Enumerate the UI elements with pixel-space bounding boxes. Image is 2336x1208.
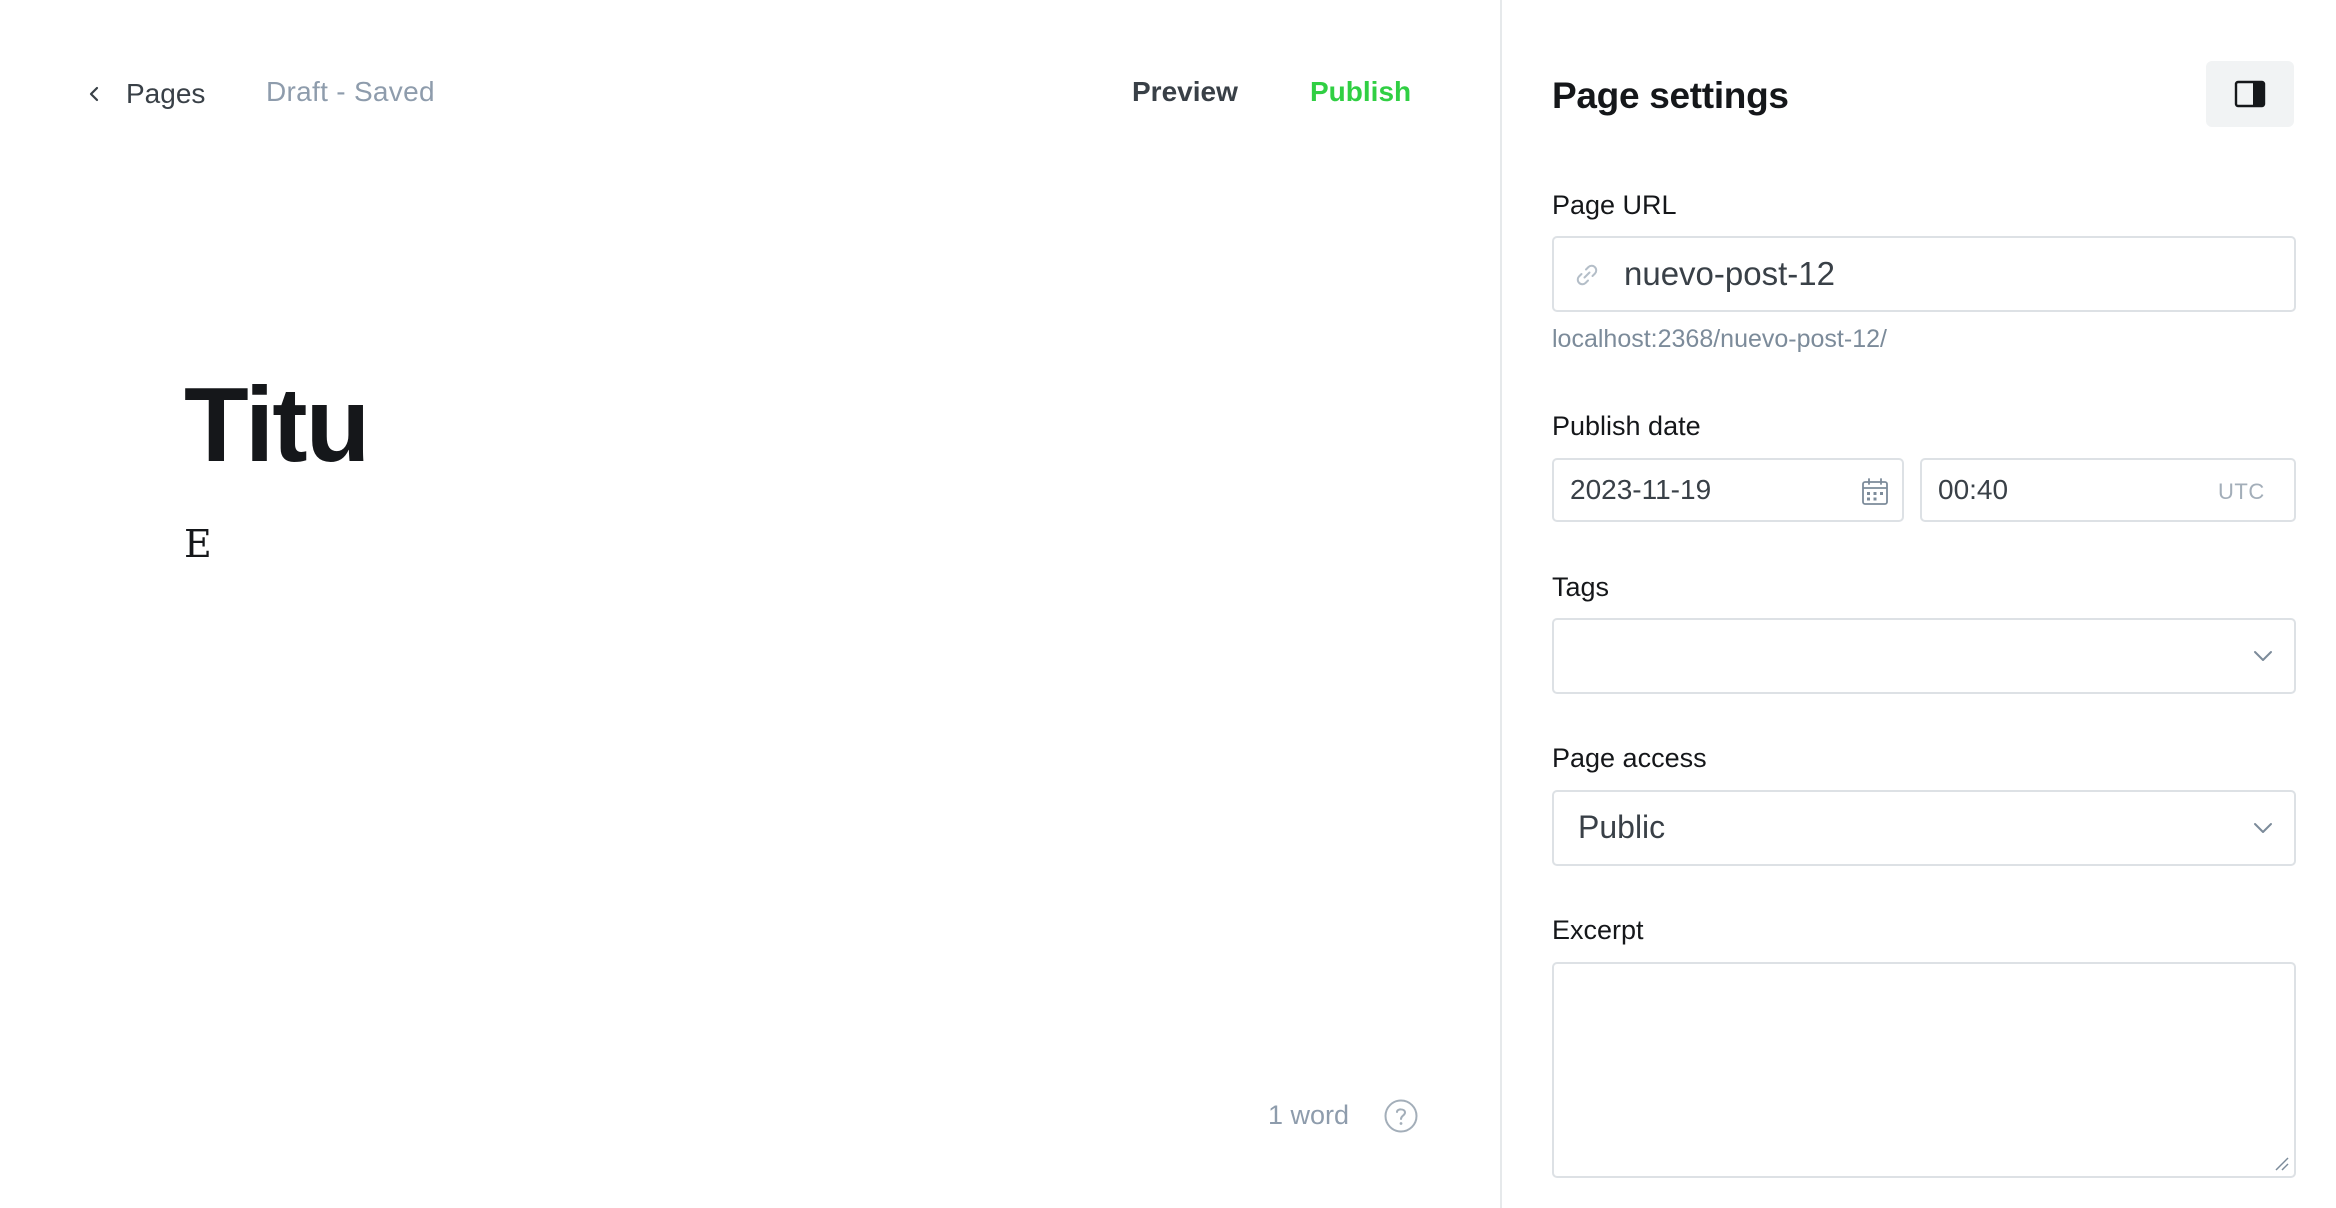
page-access-label: Page access <box>1552 743 1707 773</box>
chevron-down-icon <box>2254 823 2272 833</box>
toggle-settings-button[interactable] <box>2206 61 2294 127</box>
excerpt-label: Excerpt <box>1552 915 1644 945</box>
publish-button[interactable]: Publish <box>1310 76 1411 108</box>
link-icon <box>1576 264 1598 286</box>
page-access-select[interactable]: Public <box>1552 790 2296 866</box>
page-access-value: Public <box>1578 809 1666 845</box>
page-url-preview: localhost:2368/nuevo-post-12/ <box>1552 325 1887 353</box>
publish-time-value: 00:40 <box>1938 474 2009 505</box>
question-circle-icon <box>1384 1099 1418 1133</box>
calendar-icon[interactable] <box>1860 477 1890 507</box>
app-window: Pages Draft - Saved Preview Publish Titu… <box>0 0 2336 1208</box>
word-count: 1 word <box>1268 1100 1350 1130</box>
panel-title: Page settings <box>1552 75 1789 116</box>
page-url-value: nuevo-post-12 <box>1624 255 1835 292</box>
chevron-down-icon <box>2254 651 2272 661</box>
timezone-label: UTC <box>2218 479 2265 504</box>
publish-date-input[interactable]: 2023-11-19 <box>1552 458 1904 522</box>
sidebar-toggle-icon <box>2234 80 2266 108</box>
publish-date-value: 2023-11-19 <box>1570 474 1712 505</box>
resize-handle-icon[interactable] <box>2272 1154 2290 1172</box>
page-settings-panel: Page settings Page URL nuevo-post-12 loc… <box>1500 0 2336 1208</box>
excerpt-textarea[interactable] <box>1552 962 2296 1178</box>
chevron-left-icon <box>89 86 99 102</box>
post-title-input[interactable]: Titu <box>184 369 370 481</box>
back-label: Pages <box>126 78 206 109</box>
page-url-label: Page URL <box>1552 190 1677 220</box>
editor-area: Pages Draft - Saved Preview Publish Titu… <box>0 0 1500 1208</box>
save-status: Draft - Saved <box>266 76 435 107</box>
page-url-input[interactable]: nuevo-post-12 <box>1552 236 2296 312</box>
help-button[interactable] <box>1383 1098 1419 1134</box>
publish-time-input[interactable]: 00:40 UTC <box>1920 458 2296 522</box>
editor-topbar: Pages Draft - Saved Preview Publish <box>0 0 1500 190</box>
publish-date-label: Publish date <box>1552 411 1701 441</box>
preview-button[interactable]: Preview <box>1132 76 1238 108</box>
back-to-pages-link[interactable]: Pages <box>84 72 205 116</box>
tags-select[interactable] <box>1552 618 2296 694</box>
post-body-editor[interactable]: E <box>184 522 212 566</box>
tags-label: Tags <box>1552 572 1610 602</box>
